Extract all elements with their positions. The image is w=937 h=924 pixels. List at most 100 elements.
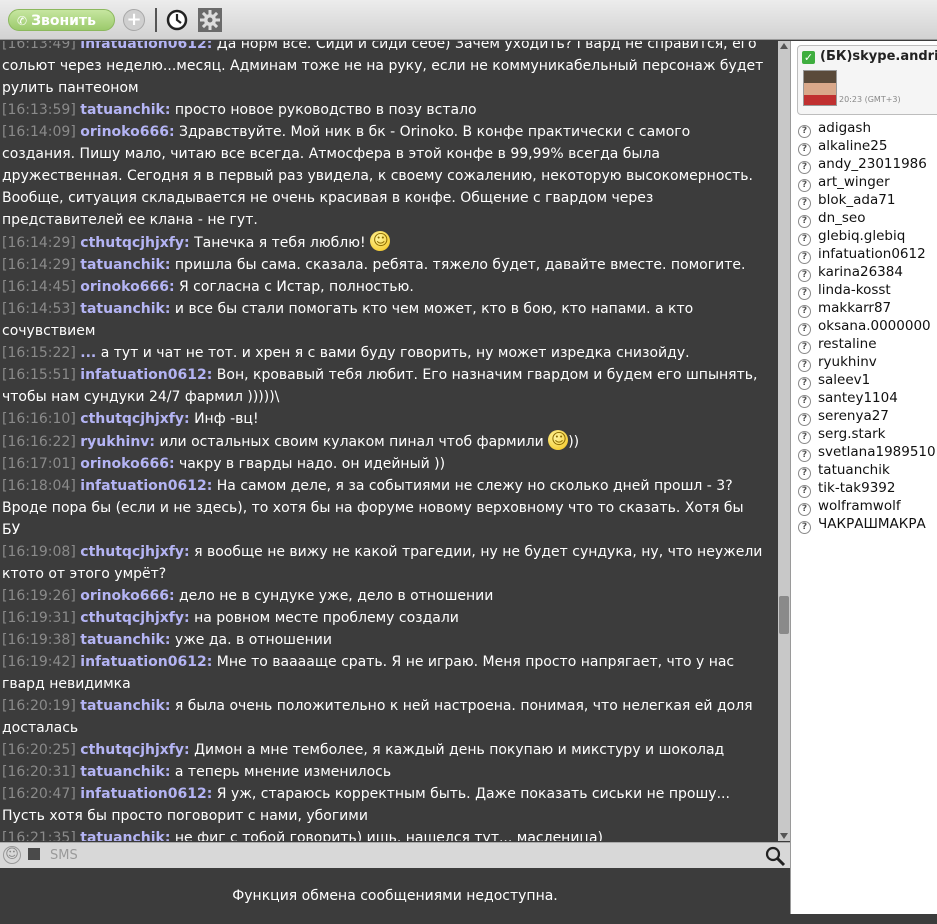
message-timestamp: [16:19:26] [2, 588, 76, 604]
message-timestamp: [16:14:29] [2, 235, 76, 251]
message-author[interactable]: ... [80, 345, 96, 361]
message-author[interactable]: tatuanchik: [80, 102, 170, 118]
history-button[interactable] [166, 9, 188, 31]
message-author[interactable]: infatuation0612: [80, 41, 212, 52]
message-author[interactable]: cthutqcjhjxfy: [80, 544, 189, 560]
message-timestamp: [16:15:22] [2, 345, 76, 361]
contact-list-item[interactable]: ? adigash [798, 119, 936, 138]
message-author[interactable]: tatuanchik: [80, 301, 170, 317]
contact-list-item[interactable]: ? art_winger [798, 173, 936, 192]
chat-scrollbar[interactable] [778, 41, 790, 841]
message-text: дело не в сундуке уже, дело в отношении [179, 588, 494, 604]
message-author[interactable]: ryukhinv: [80, 434, 155, 450]
sms-input[interactable] [50, 844, 750, 866]
contact-list-item[interactable]: ? glebiq.glebiq [798, 227, 936, 246]
chat-message: [16:18:04] infatuation0612: На самом дел… [0, 475, 777, 541]
chat-message: [16:16:22] ryukhinv: или остальных своим… [0, 428, 777, 453]
chat-message: [16:19:08] cthutqcjhjxfy: я вообще не ви… [0, 541, 777, 585]
contact-list-item[interactable]: ? linda-kosst [798, 281, 936, 300]
scrollbar-thumb[interactable] [779, 596, 789, 634]
chat-message: [16:14:29] cthutqcjhjxfy: Танечка я тебя… [0, 229, 777, 254]
contact-list-item[interactable]: ? ryukhinv [798, 353, 936, 372]
online-check-icon: ✓ [802, 51, 815, 64]
message-text: а тут и чат не тот. и хрен я с вами буду… [100, 345, 690, 361]
contact-card[interactable]: ✓ (БК)skype.andriy 20:23 (GMT+3) [797, 45, 937, 115]
contact-list-item[interactable]: ? blok_ada71 [798, 191, 936, 210]
contact-card-time: 20:23 (GMT+3) [839, 95, 901, 104]
message-author[interactable]: tatuanchik: [80, 830, 170, 841]
message-text: или остальных своим кулаком пинал чтоб ф… [159, 434, 544, 450]
message-text: чакру в гварды надо. он идейный )) [179, 456, 446, 472]
contact-list-item[interactable]: ? karina26384 [798, 263, 936, 282]
contact-list-item[interactable]: ? tatuanchik [798, 461, 936, 480]
message-timestamp: [16:20:25] [2, 742, 76, 758]
message-timestamp: [16:16:10] [2, 411, 76, 427]
contact-name: glebiq.glebiq [818, 228, 906, 244]
message-author[interactable]: tatuanchik: [80, 764, 170, 780]
contact-name: adigash [818, 120, 872, 136]
smiley-emoticon-icon [370, 229, 391, 251]
message-author[interactable]: infatuation0612: [80, 478, 212, 494]
scroll-up-icon[interactable] [780, 43, 788, 49]
phone-icon: ✆ [17, 14, 28, 28]
add-contact-button[interactable]: + [123, 9, 145, 31]
contact-list-item[interactable]: ? wolframwolf [798, 497, 936, 516]
contact-list-item[interactable]: ? svetlana1989510 [798, 443, 936, 462]
chat-message: [16:13:49] infatuation0612: Да норм все.… [0, 41, 777, 99]
contact-list-item[interactable]: ? santey1104 [798, 389, 936, 408]
message-author[interactable]: infatuation0612: [80, 367, 212, 383]
contact-name: tatuanchik [818, 462, 890, 478]
contact-list-item[interactable]: ? ЧАКРАШМАКРА [798, 515, 936, 534]
contact-list-item[interactable]: ? infatuation0612 [798, 245, 936, 264]
contact-list-item[interactable]: ? tik-tak9392 [798, 479, 936, 498]
contact-name: serg.stark [818, 426, 886, 442]
message-timestamp: [16:19:42] [2, 654, 76, 670]
emoticon-button[interactable]: ☺ [3, 846, 21, 864]
contact-list-item[interactable]: ? alkaline25 [798, 137, 936, 156]
chat-message: [16:17:01] orinoko666: чакру в гварды на… [0, 453, 777, 475]
message-author[interactable]: cthutqcjhjxfy: [80, 235, 189, 251]
message-author[interactable]: cthutqcjhjxfy: [80, 742, 189, 758]
contact-name: tik-tak9392 [818, 480, 896, 496]
contact-list-item[interactable]: ? dn_seo [798, 209, 936, 228]
search-icon [765, 846, 786, 867]
message-author[interactable]: orinoko666: [80, 279, 174, 295]
contact-list-item[interactable]: ? andy_23011986 [798, 155, 936, 174]
message-author[interactable]: tatuanchik: [80, 632, 170, 648]
contact-name: linda-kosst [818, 282, 891, 298]
contact-name: karina26384 [818, 264, 903, 280]
message-author[interactable]: cthutqcjhjxfy: [80, 411, 189, 427]
contact-name: ЧАКРАШМАКРА [818, 516, 926, 532]
settings-button[interactable] [198, 8, 222, 32]
message-author[interactable]: tatuanchik: [80, 698, 170, 714]
message-timestamp: [16:21:35] [2, 830, 76, 841]
message-author[interactable]: infatuation0612: [80, 786, 212, 802]
message-author[interactable]: orinoko666: [80, 456, 174, 472]
contact-card-name: (БК)skype.andriy [820, 49, 937, 64]
message-text: Инф -вц! [194, 411, 259, 427]
chat-message: [16:19:42] infatuation0612: Мне то ваааа… [0, 651, 777, 695]
contact-name: dn_seo [818, 210, 866, 226]
call-button[interactable]: ✆ Звонить [8, 9, 115, 31]
message-author[interactable]: cthutqcjhjxfy: [80, 610, 189, 626]
message-author[interactable]: orinoko666: [80, 588, 174, 604]
message-timestamp: [16:19:08] [2, 544, 76, 560]
contact-list-item[interactable]: ? saleev1 [798, 371, 936, 390]
contact-name: alkaline25 [818, 138, 888, 154]
contact-list-item[interactable]: ? oksana.0000000 [798, 317, 936, 336]
contact-list-item[interactable]: ? restaline [798, 335, 936, 354]
search-button[interactable] [764, 845, 786, 867]
message-author[interactable]: tatuanchik: [80, 257, 170, 273]
chat-message: [16:19:38] tatuanchik: уже да. в отношен… [0, 629, 777, 651]
message-text: Я согласна с Истар, полностью. [179, 279, 414, 295]
contact-list-item[interactable]: ? makkarr87 [798, 299, 936, 318]
call-button-label: Звонить [31, 13, 96, 29]
contact-list-item[interactable]: ? serg.stark [798, 425, 936, 444]
message-author[interactable]: infatuation0612: [80, 654, 212, 670]
scroll-down-icon[interactable] [780, 833, 788, 839]
message-author[interactable]: orinoko666: [80, 124, 174, 140]
contact-name: art_winger [818, 174, 890, 190]
contact-list-item[interactable]: ? serenya27 [798, 407, 936, 426]
contact-list: ? adigash? alkaline25? andy_23011986? art_wi… [798, 119, 936, 534]
gear-icon [200, 10, 220, 30]
